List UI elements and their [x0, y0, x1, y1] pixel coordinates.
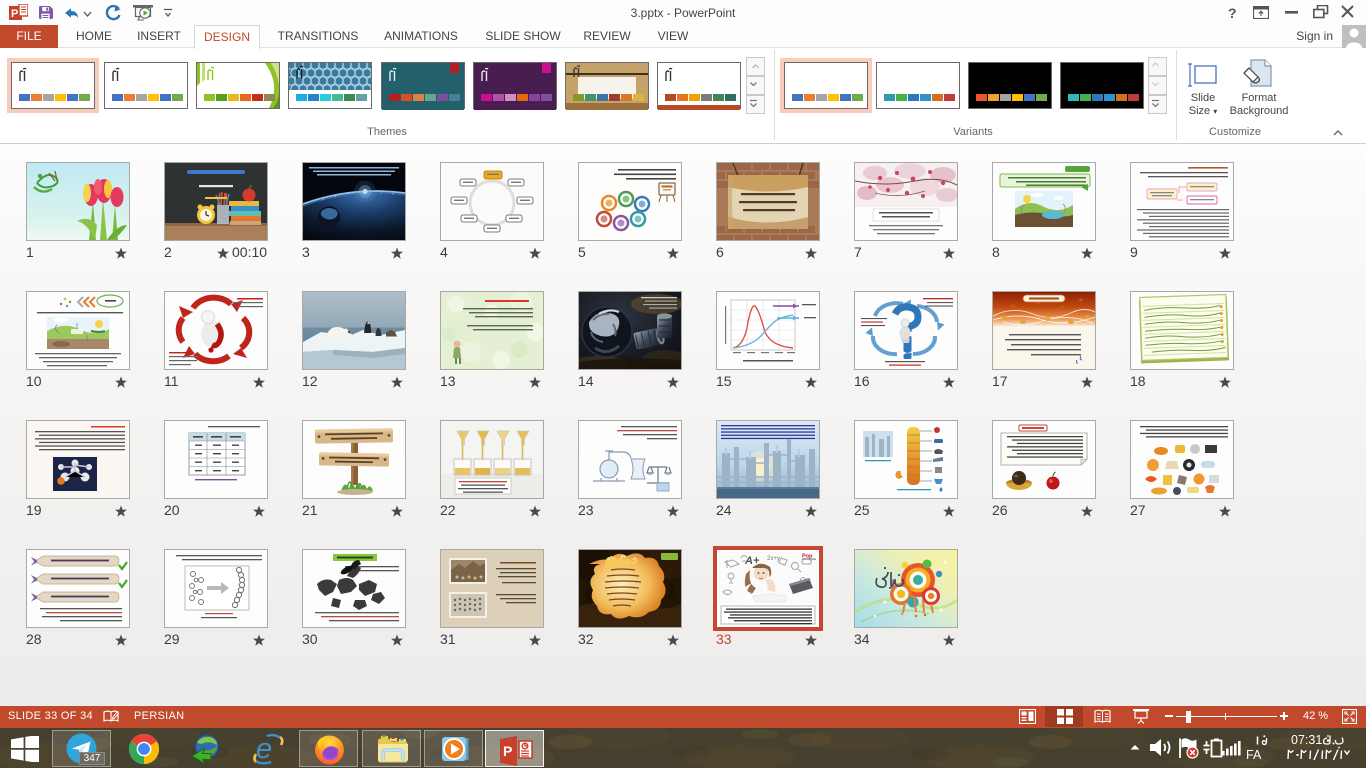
svg-text:P: P [503, 743, 512, 759]
svg-text:2x+y: 2x+y [767, 556, 780, 562]
svg-text:e: e [256, 733, 272, 765]
svg-text:?: ? [1228, 6, 1237, 20]
